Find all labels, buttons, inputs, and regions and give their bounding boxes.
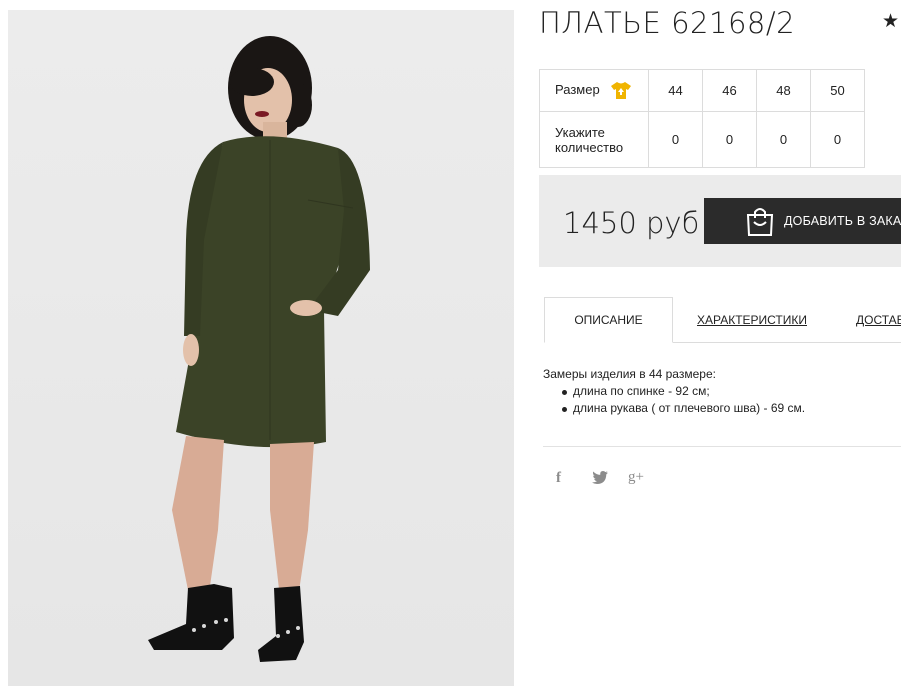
tab-description[interactable]: ОПИСАНИЕ: [544, 297, 673, 343]
size-46: 46: [702, 69, 757, 112]
shopping-bag-icon: [746, 208, 774, 236]
facebook-icon[interactable]: f: [556, 470, 561, 487]
quantity-row: Укажите количество 0 0 0 0: [539, 111, 865, 168]
quantity-input-46[interactable]: 0: [702, 111, 757, 168]
quantity-input-44[interactable]: 0: [648, 111, 703, 168]
list-item: длина по спинке - 92 см;: [543, 383, 805, 400]
add-to-order-label: ДОБАВИТЬ В ЗАКАЗ: [784, 214, 901, 228]
product-tabs: ОПИСАНИЕ ХАРАКТЕРИСТИКИ ДОСТАВКА: [544, 297, 901, 343]
size-label: Размер: [555, 81, 600, 97]
size-quantity-table: Размер 44 46 48 50 Укажите количество 0 …: [539, 69, 865, 168]
list-item: длина рукава ( от плечевого шва) - 69 см…: [543, 400, 805, 417]
tshirt-size-icon[interactable]: [611, 82, 632, 100]
product-photo[interactable]: [8, 10, 514, 686]
size-44: 44: [648, 69, 703, 112]
measurement-list: длина по спинке - 92 см; длина рукава ( …: [543, 383, 805, 417]
description-panel: Замеры изделия в 44 размере: длина по сп…: [543, 366, 805, 417]
description-intro: Замеры изделия в 44 размере:: [543, 367, 716, 381]
price: 1450 руб: [563, 206, 700, 240]
divider: [543, 446, 901, 447]
size-label-cell: Размер: [539, 69, 649, 112]
size-48: 48: [756, 69, 811, 112]
price-panel: 1450 руб ДОБАВИТЬ В ЗАКАЗ: [539, 175, 901, 267]
quantity-label: Укажите количество: [539, 111, 649, 168]
size-row: Размер 44 46 48 50: [539, 69, 865, 112]
tab-delivery[interactable]: ДОСТАВКА: [856, 297, 901, 343]
quantity-input-48[interactable]: 0: [756, 111, 811, 168]
product-title: ПЛАТЬЕ 62168/2: [539, 6, 796, 40]
size-50: 50: [810, 69, 865, 112]
google-plus-icon[interactable]: g+: [628, 469, 644, 486]
quantity-input-50[interactable]: 0: [810, 111, 865, 168]
star-icon[interactable]: ★: [882, 10, 899, 33]
twitter-icon[interactable]: [592, 471, 608, 488]
tab-characteristics[interactable]: ХАРАКТЕРИСТИКИ: [696, 297, 808, 343]
model-in-dress-illustration: [148, 36, 370, 662]
add-to-order-button[interactable]: ДОБАВИТЬ В ЗАКАЗ: [704, 198, 901, 244]
